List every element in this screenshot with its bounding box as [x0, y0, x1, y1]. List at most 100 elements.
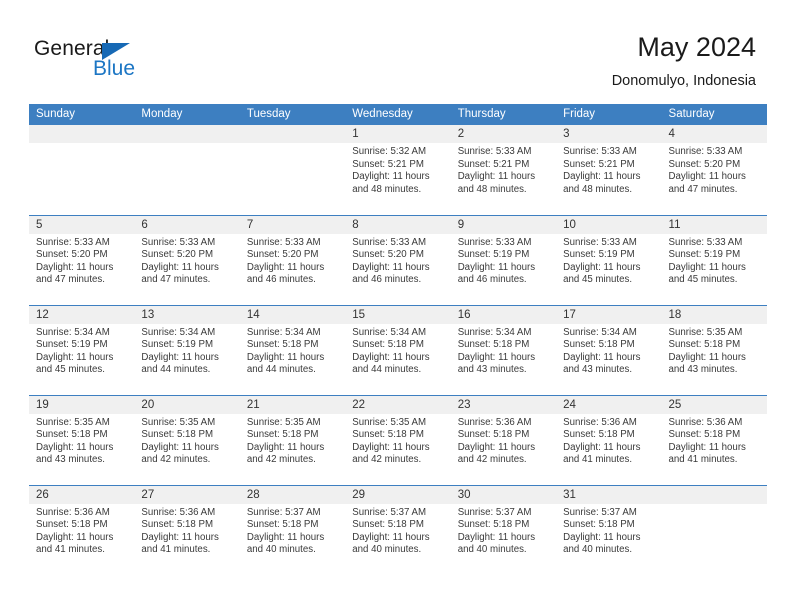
- day-detail-sunrise: Sunrise: 5:36 AM: [563, 416, 637, 428]
- day-details: Sunrise: 5:33 AM Sunset: 5:19 PM Daylight:…: [556, 234, 661, 287]
- day-details: Sunrise: 5:32 AM Sunset: 5:21 PM Daylight:…: [345, 143, 450, 196]
- day-detail-sunset: Sunset: 5:18 PM: [352, 519, 424, 531]
- day-details: Sunrise: 5:34 AM Sunset: 5:19 PM Daylight:…: [134, 324, 239, 377]
- brand-name-blue: Blue: [93, 57, 136, 80]
- calendar-table: Sunday Monday Tuesday Wednesday Thursday…: [29, 104, 767, 575]
- day-detail-sunset: Sunset: 5:20 PM: [36, 249, 108, 261]
- day-detail-daylight1: Daylight: 11 hours: [141, 261, 219, 273]
- brand-logo[interactable]: General Blue: [34, 38, 234, 90]
- day-detail-daylight1: Daylight: 11 hours: [668, 171, 746, 183]
- day-detail-sunrise: Sunrise: 5:32 AM: [352, 146, 427, 157]
- day-number: 4: [661, 125, 767, 143]
- day-detail-daylight1: Daylight: 11 hours: [563, 261, 641, 273]
- calendar-day-cell[interactable]: 3 Sunrise: 5:33 AM Sunset: 5:21 PM Daylight…: [556, 125, 662, 215]
- day-number: 2: [450, 125, 557, 143]
- calendar-day-cell[interactable]: 11 Sunrise: 5:33 AM Sunset: 5:19 PM Dayligh…: [661, 214, 767, 305]
- calendar-day-cell[interactable]: 28 Sunrise: 5:37 AM Sunset: 5:18 PM Dayligh…: [239, 484, 346, 575]
- day-details: Sunrise: 5:35 AM Sunset: 5:18 PM Daylight:…: [662, 324, 767, 377]
- day-number: 9: [450, 215, 557, 234]
- calendar-day-cell[interactable]: 29 Sunrise: 5:37 AM Sunset: 5:18 PM Dayligh…: [345, 484, 451, 575]
- day-detail-sunset: Sunset: 5:18 PM: [352, 339, 424, 351]
- calendar-day-cell[interactable]: 5 Sunrise: 5:33 AM Sunset: 5:20 PM Daylight…: [29, 214, 135, 305]
- day-number: 30: [450, 485, 557, 504]
- day-detail-daylight1: Daylight: 11 hours: [352, 351, 430, 363]
- title-block: May 2024 Donomulyo, Indonesia: [612, 31, 756, 91]
- calendar-day-cell-empty: [239, 125, 346, 215]
- day-detail-daylight2: and 46 minutes.: [457, 274, 527, 286]
- day-detail-daylight1: Daylight: 11 hours: [36, 261, 114, 273]
- day-detail-daylight2: and 48 minutes.: [457, 183, 527, 195]
- day-detail-daylight2: and 45 minutes.: [563, 274, 633, 286]
- day-detail-daylight2: and 43 minutes.: [563, 364, 633, 376]
- calendar-day-cell[interactable]: 17 Sunrise: 5:34 AM Sunset: 5:18 PM Dayligh…: [556, 304, 662, 395]
- day-detail-sunset: Sunset: 5:19 PM: [668, 249, 741, 261]
- day-detail-sunset: Sunset: 5:18 PM: [141, 429, 214, 441]
- calendar-day-cell[interactable]: 10 Sunrise: 5:33 AM Sunset: 5:19 PM Dayligh…: [556, 214, 662, 305]
- calendar-week-row: 19 Sunrise: 5:35 AM Sunset: 5:18 PM Dayligh…: [29, 394, 767, 485]
- calendar-day-cell[interactable]: 23 Sunrise: 5:36 AM Sunset: 5:18 PM Dayligh…: [450, 394, 557, 485]
- calendar-day-cell[interactable]: 21 Sunrise: 5:35 AM Sunset: 5:18 PM Dayligh…: [239, 394, 346, 485]
- calendar-day-cell[interactable]: 14 Sunrise: 5:34 AM Sunset: 5:18 PM Dayligh…: [239, 304, 346, 395]
- day-number: [29, 125, 135, 143]
- calendar-day-cell[interactable]: 22 Sunrise: 5:35 AM Sunset: 5:18 PM Dayligh…: [345, 394, 451, 485]
- day-detail-sunset: Sunset: 5:21 PM: [352, 158, 424, 170]
- day-detail-daylight2: and 41 minutes.: [668, 454, 738, 466]
- day-detail-daylight2: and 48 minutes.: [563, 183, 633, 195]
- calendar-day-cell[interactable]: 6 Sunrise: 5:33 AM Sunset: 5:20 PM Daylight…: [134, 214, 240, 305]
- calendar-day-cell[interactable]: 12 Sunrise: 5:34 AM Sunset: 5:19 PM Dayligh…: [29, 304, 135, 395]
- calendar-day-cell[interactable]: 27 Sunrise: 5:36 AM Sunset: 5:18 PM Dayligh…: [134, 484, 240, 575]
- day-detail-daylight1: Daylight: 11 hours: [668, 261, 746, 273]
- day-detail-sunrise: Sunrise: 5:35 AM: [246, 416, 321, 428]
- day-number: 7: [239, 215, 346, 234]
- day-detail-daylight2: and 46 minutes.: [246, 274, 316, 286]
- calendar-day-cell[interactable]: 9 Sunrise: 5:33 AM Sunset: 5:19 PM Daylight…: [450, 214, 557, 305]
- day-number: 15: [345, 305, 451, 324]
- day-details: Sunrise: 5:35 AM Sunset: 5:18 PM Daylight:…: [29, 414, 134, 467]
- day-detail-daylight2: and 42 minutes.: [246, 454, 316, 466]
- day-details: Sunrise: 5:33 AM Sunset: 5:20 PM Daylight:…: [240, 234, 345, 287]
- calendar-day-cell[interactable]: 16 Sunrise: 5:34 AM Sunset: 5:18 PM Dayligh…: [450, 304, 557, 395]
- day-detail-sunrise: Sunrise: 5:35 AM: [36, 416, 110, 428]
- day-detail-sunset: Sunset: 5:18 PM: [457, 339, 530, 351]
- day-detail-sunset: Sunset: 5:19 PM: [457, 249, 530, 261]
- day-detail-sunrise: Sunrise: 5:37 AM: [563, 506, 637, 518]
- day-detail-daylight1: Daylight: 11 hours: [246, 351, 325, 363]
- day-number: 22: [345, 395, 451, 414]
- calendar-day-cell[interactable]: 31 Sunrise: 5:37 AM Sunset: 5:18 PM Dayligh…: [556, 484, 662, 575]
- day-detail-sunrise: Sunrise: 5:33 AM: [668, 146, 743, 157]
- day-number: 24: [556, 395, 662, 414]
- day-number: 16: [450, 305, 557, 324]
- page-header: General Blue May 2024 Donomulyo, Indones…: [0, 0, 792, 100]
- day-detail-daylight1: Daylight: 11 hours: [141, 441, 219, 453]
- calendar-day-cell[interactable]: 18 Sunrise: 5:35 AM Sunset: 5:18 PM Dayligh…: [661, 304, 767, 395]
- calendar-day-cell[interactable]: 13 Sunrise: 5:34 AM Sunset: 5:19 PM Dayligh…: [134, 304, 240, 395]
- day-detail-daylight2: and 46 minutes.: [352, 274, 422, 286]
- weekday-header-monday: Monday: [134, 104, 240, 125]
- calendar-day-cell[interactable]: 19 Sunrise: 5:35 AM Sunset: 5:18 PM Dayligh…: [29, 394, 135, 485]
- calendar-day-cell[interactable]: 30 Sunrise: 5:37 AM Sunset: 5:18 PM Dayligh…: [450, 484, 557, 575]
- calendar-day-cell[interactable]: 25 Sunrise: 5:36 AM Sunset: 5:18 PM Dayligh…: [661, 394, 767, 485]
- calendar-day-cell[interactable]: 24 Sunrise: 5:36 AM Sunset: 5:18 PM Dayligh…: [556, 394, 662, 485]
- calendar-day-cell[interactable]: 1 Sunrise: 5:32 AM Sunset: 5:21 PM Daylight…: [345, 125, 451, 215]
- day-number: 26: [29, 485, 135, 504]
- weekday-header-thursday: Thursday: [450, 104, 557, 125]
- day-detail-daylight2: and 43 minutes.: [668, 364, 738, 376]
- calendar-day-cell[interactable]: 8 Sunrise: 5:33 AM Sunset: 5:20 PM Daylight…: [345, 214, 451, 305]
- day-detail-sunset: Sunset: 5:21 PM: [563, 158, 635, 170]
- calendar-day-cell[interactable]: 15 Sunrise: 5:34 AM Sunset: 5:18 PM Dayligh…: [345, 304, 451, 395]
- calendar-day-cell-empty: [29, 125, 135, 215]
- calendar-day-cell[interactable]: 20 Sunrise: 5:35 AM Sunset: 5:18 PM Dayligh…: [134, 394, 240, 485]
- day-detail-sunset: Sunset: 5:20 PM: [246, 249, 319, 261]
- calendar-day-cell[interactable]: 2 Sunrise: 5:33 AM Sunset: 5:21 PM Daylight…: [450, 125, 557, 215]
- calendar-day-cell[interactable]: 7 Sunrise: 5:33 AM Sunset: 5:20 PM Daylight…: [239, 214, 346, 305]
- day-detail-sunrise: Sunrise: 5:37 AM: [457, 506, 532, 518]
- day-detail-daylight1: Daylight: 11 hours: [352, 441, 430, 453]
- day-details: Sunrise: 5:36 AM Sunset: 5:18 PM Daylight:…: [662, 414, 767, 467]
- day-number: 13: [134, 305, 240, 324]
- calendar-day-cell[interactable]: 4 Sunrise: 5:33 AM Sunset: 5:20 PM Daylight…: [661, 125, 767, 215]
- calendar-day-cell[interactable]: 26 Sunrise: 5:36 AM Sunset: 5:18 PM Dayligh…: [29, 484, 135, 575]
- day-detail-daylight1: Daylight: 11 hours: [668, 351, 746, 363]
- day-detail-sunset: Sunset: 5:18 PM: [246, 339, 319, 351]
- day-detail-daylight2: and 40 minutes.: [352, 544, 422, 556]
- day-detail-daylight2: and 40 minutes.: [457, 544, 527, 556]
